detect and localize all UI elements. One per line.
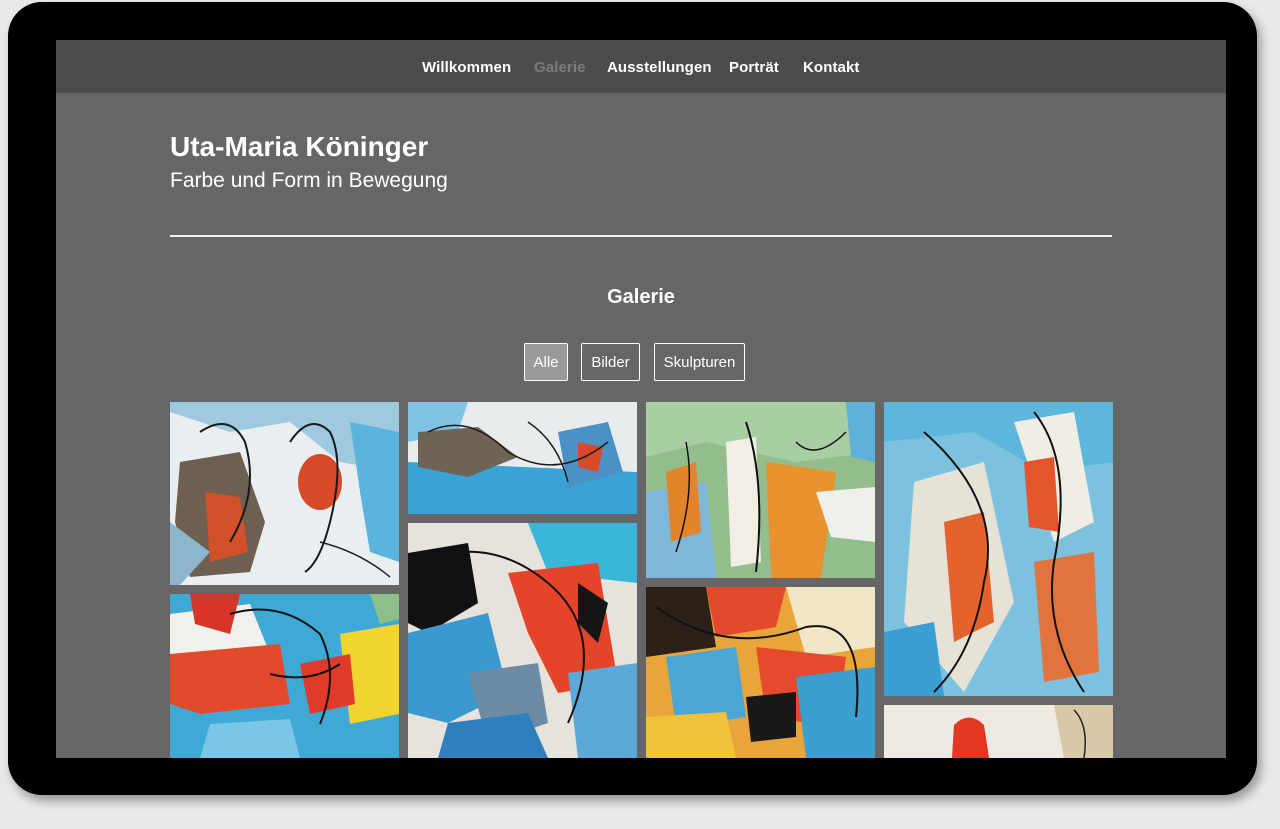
nav-item-galerie[interactable]: Galerie <box>534 59 586 76</box>
gallery-artwork[interactable] <box>170 402 399 585</box>
abstract-painting-image <box>408 402 637 514</box>
filter-button-bilder[interactable]: Bilder <box>581 343 640 381</box>
gallery-artwork[interactable] <box>884 402 1113 696</box>
gallery-artwork[interactable] <box>646 587 875 758</box>
abstract-painting-image <box>646 402 875 578</box>
website-screen: Willkommen Galerie Ausstellungen Porträt… <box>56 40 1226 758</box>
gallery-artwork[interactable] <box>884 705 1113 758</box>
abstract-painting-image <box>170 402 399 585</box>
abstract-painting-image <box>884 705 1113 758</box>
filter-button-alle[interactable]: Alle <box>524 343 568 381</box>
abstract-painting-image <box>884 402 1113 696</box>
nav-item-ausstellungen[interactable]: Ausstellungen <box>607 59 712 76</box>
abstract-painting-image <box>646 587 875 758</box>
gallery-artwork[interactable] <box>408 523 637 758</box>
gallery-artwork[interactable] <box>170 594 399 758</box>
site-title[interactable]: Uta-Maria Köninger <box>170 131 428 163</box>
tablet-frame: Willkommen Galerie Ausstellungen Porträt… <box>8 2 1257 795</box>
nav-item-kontakt[interactable]: Kontakt <box>803 59 860 76</box>
filter-button-skulpturen[interactable]: Skulpturen <box>654 343 745 381</box>
gallery-artwork[interactable] <box>408 402 637 514</box>
gallery-artwork[interactable] <box>646 402 875 578</box>
abstract-painting-image <box>170 594 399 758</box>
site-subtitle: Farbe und Form in Bewegung <box>170 169 448 192</box>
abstract-painting-image <box>408 523 637 758</box>
top-navigation: Willkommen Galerie Ausstellungen Porträt… <box>56 40 1226 93</box>
nav-item-portraet[interactable]: Porträt <box>729 59 779 76</box>
nav-item-willkommen[interactable]: Willkommen <box>422 59 511 76</box>
gallery-heading: Galerie <box>607 286 675 308</box>
header-divider <box>170 235 1112 237</box>
